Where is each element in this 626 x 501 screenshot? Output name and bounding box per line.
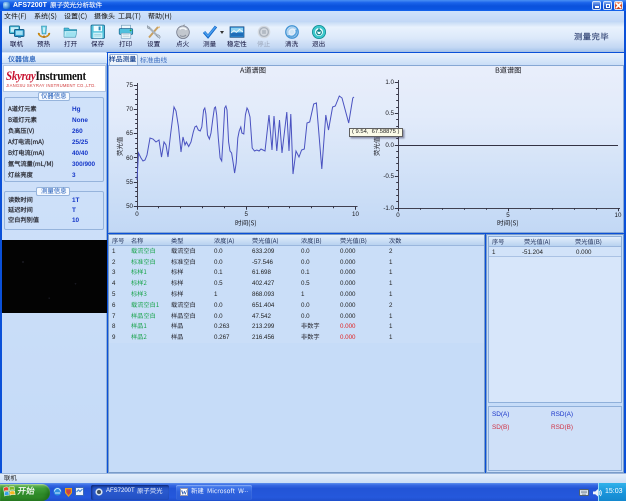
svg-text:W: W [181,489,188,496]
